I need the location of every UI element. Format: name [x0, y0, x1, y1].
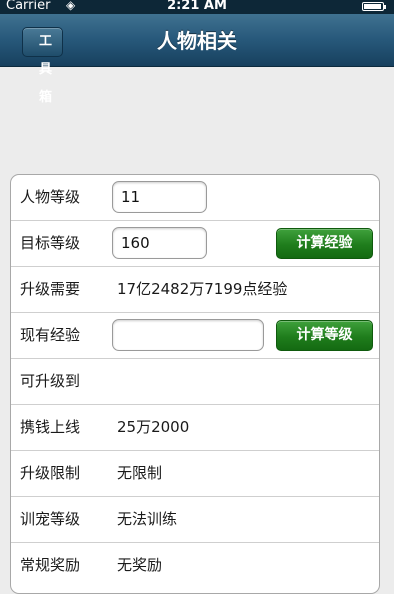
- row-target-level: 目标等级 计算经验: [11, 221, 379, 267]
- money-cap-value: 25万2000: [117, 418, 190, 436]
- current-exp-input[interactable]: [112, 319, 264, 351]
- page-title: 人物相关: [157, 29, 237, 53]
- row-upgrade-need: 升级需要 17亿2482万7199点经验: [11, 267, 379, 313]
- regular-reward-label: 常规奖励: [20, 556, 81, 574]
- pet-level-value: 无法训练: [117, 510, 178, 528]
- money-cap-label: 携钱上线: [20, 418, 81, 436]
- character-level-label: 人物等级: [20, 188, 81, 206]
- row-money-cap: 携钱上线 25万2000: [11, 405, 379, 451]
- character-info-table: 人物等级 目标等级 计算经验 升级需要 17亿2482万7199点经验 现有经验…: [10, 174, 380, 594]
- regular-reward-value: 无奖励: [117, 556, 163, 574]
- pet-level-label: 训宠等级: [20, 510, 81, 528]
- clock: 2:21 AM: [167, 0, 227, 13]
- upgrade-need-label: 升级需要: [20, 280, 81, 298]
- target-level-label: 目标等级: [20, 234, 81, 252]
- upgrade-need-value: 17亿2482万7199点经验: [117, 280, 288, 298]
- calculate-exp-button[interactable]: 计算经验: [276, 228, 373, 259]
- row-regular-reward: 常规奖励 无奖励: [11, 543, 379, 589]
- row-pet-level: 训宠等级 无法训练: [11, 497, 379, 543]
- character-level-input[interactable]: [112, 181, 207, 213]
- current-exp-label: 现有经验: [20, 326, 81, 344]
- row-can-reach: 可升级到: [11, 359, 379, 405]
- row-upgrade-limit: 升级限制 无限制: [11, 451, 379, 497]
- navigation-bar: 工具箱 人物相关: [0, 14, 394, 105]
- upgrade-limit-label: 升级限制: [20, 464, 81, 482]
- row-current-exp: 现有经验 计算等级: [11, 313, 379, 359]
- status-bar: Carrier ◈ 2:21 AM: [0, 0, 394, 14]
- can-reach-label: 可升级到: [20, 372, 81, 390]
- target-level-input[interactable]: [112, 227, 207, 259]
- calculate-level-button[interactable]: 计算等级: [276, 320, 373, 351]
- upgrade-limit-value: 无限制: [117, 464, 163, 482]
- row-character-level: 人物等级: [11, 175, 379, 221]
- battery-icon: [362, 2, 386, 11]
